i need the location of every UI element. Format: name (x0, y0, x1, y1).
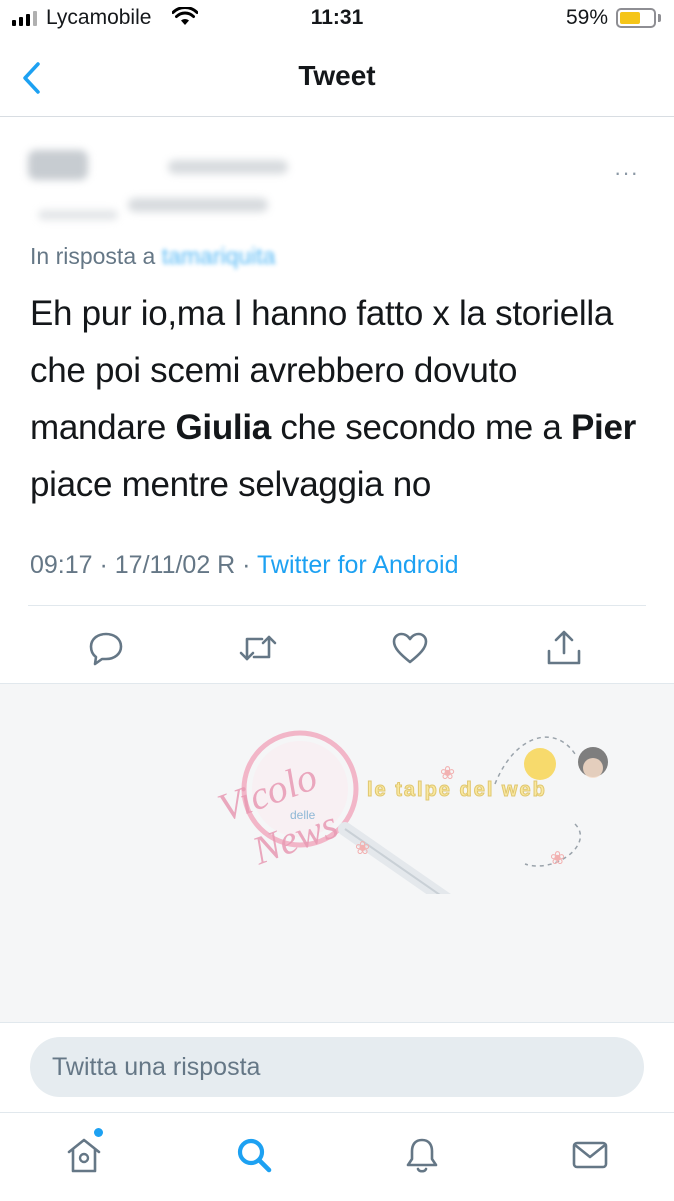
carrier-label: Lycamobile (46, 6, 152, 29)
watermark-logo: Vicolo delle News le talpe del web ❀ ❀ ❀ (212, 730, 608, 894)
tweet-meta: 09:17 · 17/11/02 R · Twitter for Android (30, 551, 459, 580)
paw-icon: ❀ (355, 838, 370, 858)
tweet-text-part: piace mentre selvaggia no (30, 465, 432, 504)
paw-icon: ❀ (440, 763, 455, 783)
media-area: Vicolo delle News le talpe del web ❀ ❀ ❀ (0, 683, 674, 1023)
signal-icon (12, 10, 37, 26)
unread-indicator (94, 1128, 103, 1137)
tweet-text-bold: Pier (571, 408, 636, 447)
share-button[interactable] (544, 628, 584, 668)
page-title: Tweet (298, 60, 376, 91)
nav-bar: Tweet (0, 42, 674, 117)
retweet-icon (239, 635, 277, 661)
share-icon (547, 630, 581, 665)
tweet-actions (0, 620, 674, 676)
like-button[interactable] (390, 628, 430, 668)
more-options-icon[interactable]: ··· (614, 160, 639, 186)
tweet-timestamp: 09:17 · 17/11/02 R · (30, 551, 258, 579)
tab-notifications[interactable] (400, 1133, 444, 1177)
wifi-icon (172, 7, 198, 25)
reply-prefix: In risposta a (30, 243, 156, 269)
tab-bar (0, 1112, 674, 1201)
tweet-author-redacted (28, 130, 308, 230)
battery-percent: 59% (566, 6, 609, 29)
search-icon (237, 1138, 272, 1173)
reply-input[interactable] (30, 1037, 634, 1097)
reply-compose-box[interactable] (30, 1037, 644, 1097)
retweet-button[interactable] (238, 628, 278, 668)
tab-messages[interactable] (568, 1133, 612, 1177)
status-bar: Lycamobile 11:31 59% (0, 0, 674, 40)
tweet-text: Eh pur io,ma l hanno fatto x la storiell… (30, 285, 650, 513)
like-icon (392, 632, 428, 664)
tab-search[interactable] (232, 1133, 276, 1177)
reply-handle-link[interactable]: tamariquita (162, 243, 276, 269)
watermark-tagline: le talpe del web (367, 779, 547, 801)
home-icon (67, 1138, 101, 1173)
notifications-icon (406, 1138, 438, 1173)
reply-context: In risposta a tamariquita (30, 243, 275, 270)
reply-icon (89, 632, 123, 666)
tweet-text-part: che secondo me a (270, 408, 571, 447)
tweet-source-link[interactable]: Twitter for Android (257, 551, 458, 579)
paw-icon: ❀ (550, 848, 565, 868)
tab-home[interactable] (62, 1133, 106, 1177)
chevron-left-icon (23, 62, 40, 94)
back-button[interactable] (20, 58, 50, 98)
divider (28, 605, 646, 606)
tweet-text-bold: Giulia (175, 408, 271, 447)
battery-nub (658, 14, 661, 22)
messages-icon (572, 1141, 608, 1169)
battery-icon (616, 8, 656, 28)
reply-button[interactable] (86, 628, 126, 668)
